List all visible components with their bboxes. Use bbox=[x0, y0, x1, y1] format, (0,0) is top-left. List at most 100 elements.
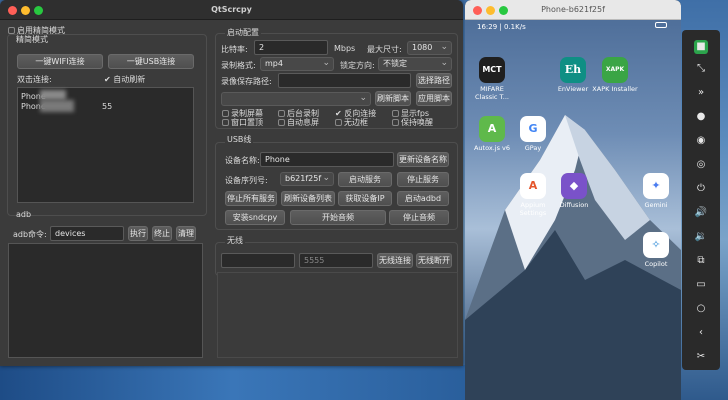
eye-icon[interactable]: ◉ bbox=[694, 134, 708, 148]
refresh-script-button[interactable]: 刷新脚本 bbox=[375, 91, 411, 106]
usb-connect-button[interactable]: 一键USB连接 bbox=[108, 54, 194, 69]
no-border-label: 无边框 bbox=[344, 118, 368, 127]
window-title: QtScrcpy bbox=[211, 5, 252, 14]
gemini-icon: ✦ bbox=[643, 173, 669, 199]
simple-mode-title: 精简模式 bbox=[16, 35, 48, 44]
home-icon[interactable]: ○ bbox=[694, 302, 708, 316]
app-label: GPay bbox=[524, 144, 542, 152]
desktop-background bbox=[0, 365, 465, 400]
adb-group-title: adb bbox=[16, 210, 32, 219]
auto-refresh-checkbox[interactable]: ✔ 自动刷新 bbox=[104, 74, 145, 85]
app-switch-icon[interactable]: ⧉ bbox=[694, 254, 708, 268]
expand-icon[interactable]: ⤡ bbox=[694, 62, 708, 76]
control-toolbar: ■ ⤡ » ● ◉ ◎ ⏻ 🔊 🔉 ⧉ ▭ ○ ‹ ✂ bbox=[682, 30, 720, 370]
record-path-label: 录像保存路径: bbox=[221, 77, 272, 86]
phone-title-bar: Phone-b621f25f bbox=[465, 0, 681, 20]
mct-icon: MCT bbox=[479, 57, 505, 83]
app-appium-settings[interactable]: A Appium Settings bbox=[510, 173, 556, 217]
wireless-group-title: 无线 bbox=[225, 235, 245, 246]
app-label: XAPK Installer bbox=[592, 85, 638, 93]
wireless-disconnect-button[interactable]: 无线断开 bbox=[416, 253, 452, 268]
clear-button[interactable]: 清理 bbox=[176, 226, 196, 241]
adb-command-input[interactable]: devices bbox=[50, 226, 124, 241]
bitrate-unit: Mbps bbox=[334, 44, 356, 53]
stop-all-services-button[interactable]: 停止所有服务 bbox=[225, 191, 277, 206]
phone-screen[interactable]: 16:29 | 0.1K/s MCT MIFARE Classic T... Eh… bbox=[465, 20, 681, 400]
apply-script-button[interactable]: 应用脚本 bbox=[416, 91, 452, 106]
bitrate-label: 比特率: bbox=[221, 45, 248, 54]
select-path-button[interactable]: 选择路径 bbox=[416, 73, 452, 88]
start-service-button[interactable]: 启动服务 bbox=[338, 172, 392, 187]
double-click-connect-label: 双击连接: bbox=[17, 75, 52, 84]
app-gpay[interactable]: G GPay bbox=[510, 116, 556, 152]
stop-service-button[interactable]: 停止服务 bbox=[397, 172, 449, 187]
fullscreen-toggle-icon[interactable]: ■ bbox=[694, 40, 708, 54]
max-size-select[interactable]: 1080 bbox=[407, 41, 452, 55]
wireless-connect-button[interactable]: 无线连接 bbox=[377, 253, 413, 268]
keep-awake-checkbox[interactable]: 保持唤醒 bbox=[392, 117, 433, 128]
xapk-icon: XAPK bbox=[602, 57, 628, 83]
bitrate-input[interactable]: 2 bbox=[254, 40, 328, 55]
volume-down-icon[interactable]: 🔉 bbox=[694, 230, 708, 244]
app-label: MIFARE Classic T... bbox=[475, 85, 509, 101]
copilot-icon: ✧ bbox=[643, 232, 669, 258]
record-path-input[interactable] bbox=[278, 73, 411, 88]
power-icon[interactable]: ⏻ bbox=[694, 182, 708, 196]
script-select[interactable] bbox=[221, 92, 371, 106]
app-label: Diffusion bbox=[559, 201, 589, 209]
refresh-device-list-button[interactable]: 刷新设备列表 bbox=[281, 191, 335, 206]
no-border-checkbox[interactable]: 无边框 bbox=[335, 117, 368, 128]
stop-button[interactable]: 终止 bbox=[152, 226, 172, 241]
check-icon: ✔ bbox=[104, 75, 111, 84]
window-top-checkbox[interactable]: 窗口置顶 bbox=[222, 117, 263, 128]
app-diffusion[interactable]: ◆ Diffusion bbox=[551, 173, 597, 209]
app-copilot[interactable]: ✧ Copilot bbox=[633, 232, 679, 268]
start-adbd-button[interactable]: 启动adbd bbox=[397, 191, 449, 206]
get-device-ip-button[interactable]: 获取设备IP bbox=[338, 191, 392, 206]
appium-icon: A bbox=[520, 173, 546, 199]
qtscrcpy-window: QtScrcpy 启用精简模式 精简模式 一键WIFI连接 一键USB连接 双击… bbox=[0, 0, 463, 366]
eye-off-icon[interactable]: ◎ bbox=[694, 158, 708, 172]
device-name-label: 设备名称: bbox=[225, 156, 260, 165]
app-label: Autox.js v6 bbox=[473, 144, 511, 152]
adb-command-label: adb命令: bbox=[13, 230, 47, 239]
app-enviewer[interactable]: Eh EnViewer bbox=[550, 57, 596, 93]
redacted-block bbox=[40, 90, 66, 100]
record-dot-icon[interactable]: ● bbox=[694, 110, 708, 124]
auto-screen-off-checkbox[interactable]: 自动息屏 bbox=[278, 117, 319, 128]
menu-icon[interactable]: ▭ bbox=[694, 278, 708, 292]
start-audio-button[interactable]: 开始音频 bbox=[290, 210, 386, 225]
port-input[interactable]: 5555 bbox=[299, 253, 373, 268]
device-list[interactable]: Phone Phone 55 bbox=[17, 87, 194, 203]
app-autox[interactable]: A Autox.js v6 bbox=[469, 116, 515, 152]
app-xapk[interactable]: XAPK XAPK Installer bbox=[592, 57, 638, 93]
gpay-icon: G bbox=[520, 116, 546, 142]
volume-up-icon[interactable]: 🔊 bbox=[694, 206, 708, 220]
wifi-connect-button[interactable]: 一键WIFI连接 bbox=[17, 54, 103, 69]
max-size-label: 最大尺寸: bbox=[367, 45, 402, 54]
lock-orientation-select[interactable]: 不锁定 bbox=[378, 57, 452, 71]
serial-label: 设备序列号: bbox=[225, 176, 268, 185]
update-device-name-button[interactable]: 更新设备名称 bbox=[397, 152, 449, 167]
install-sndcpy-button[interactable]: 安装sndcpy bbox=[225, 210, 285, 225]
app-mifare[interactable]: MCT MIFARE Classic T... bbox=[469, 57, 515, 101]
ip-input[interactable] bbox=[221, 253, 295, 268]
device-name-input[interactable]: Phone bbox=[260, 152, 394, 167]
keep-awake-label: 保持唤醒 bbox=[401, 118, 433, 127]
window-top-label: 窗口置顶 bbox=[231, 118, 263, 127]
execute-button[interactable]: 执行 bbox=[128, 226, 148, 241]
list-item-suffix: 55 bbox=[102, 102, 113, 111]
scissors-icon[interactable]: ✂ bbox=[694, 350, 708, 364]
app-label: Copilot bbox=[644, 260, 668, 268]
record-format-label: 录制格式: bbox=[221, 61, 256, 70]
battery-icon bbox=[655, 22, 667, 28]
auto-screen-off-label: 自动息屏 bbox=[287, 118, 319, 127]
stop-audio-button[interactable]: 停止音频 bbox=[389, 210, 449, 225]
record-format-select[interactable]: mp4 bbox=[260, 57, 334, 71]
back-icon[interactable]: ‹ bbox=[694, 326, 708, 340]
double-chevron-down-icon[interactable]: » bbox=[694, 86, 708, 100]
usb-group-title: USB线 bbox=[225, 134, 254, 145]
app-gemini[interactable]: ✦ Gemini bbox=[633, 173, 679, 209]
enviewer-icon: Eh bbox=[560, 57, 586, 83]
serial-select[interactable]: b621f25f bbox=[280, 172, 334, 186]
